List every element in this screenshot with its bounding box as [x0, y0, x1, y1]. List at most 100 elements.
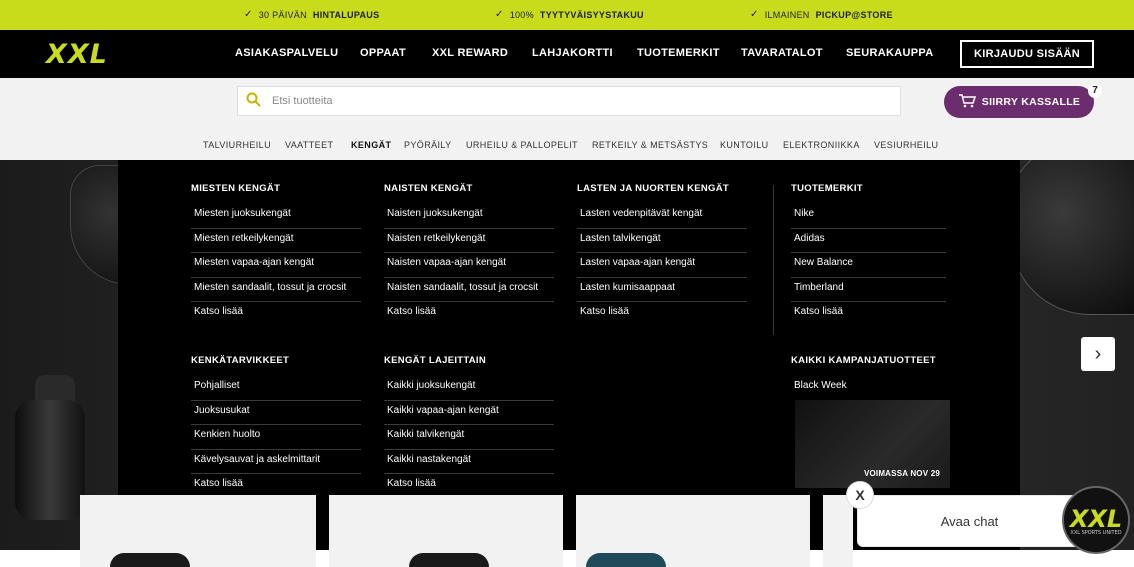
- menu-link[interactable]: Miesten vapaa-ajan kengät: [191, 253, 361, 278]
- cart-icon: [958, 93, 976, 111]
- menu-link[interactable]: Pohjalliset: [191, 376, 361, 401]
- category-kengat[interactable]: KENGÄT: [351, 140, 391, 150]
- menu-column-kengat-lajeittain: KENGÄT LAJEITTAIN Kaikki juoksukengät Ka…: [384, 355, 554, 499]
- menu-link-see-more[interactable]: Katso lisää: [191, 302, 361, 327]
- menu-link[interactable]: Naisten sandaalit, tossut ja crocsit: [384, 278, 554, 302]
- menu-column-kenkatarvikkeet: KENKÄTARVIKKEET Pohjalliset Juoksusukat …: [191, 355, 361, 499]
- check-icon: ✓: [244, 9, 253, 20]
- menu-column-kampanjatuotteet: KAIKKI KAMPANJATUOTTEET Black Week: [791, 355, 961, 401]
- shoe-image: [110, 553, 190, 567]
- menu-link[interactable]: Kaikki juoksukengät: [384, 376, 554, 401]
- chat-label: Avaa chat: [940, 513, 999, 529]
- product-card[interactable]: [823, 495, 853, 567]
- menu-link[interactable]: Kävelysauvat ja askelmittarit: [191, 450, 361, 474]
- promo-prefix: ILMAINEN: [764, 9, 810, 20]
- category-nav: TALVIURHEILU VAATTEET KENGÄT PYÖRÄILY UR…: [0, 137, 1134, 157]
- chat-logo-subtext: XXL SPORTS UNITED: [1070, 529, 1122, 536]
- menu-link-see-more[interactable]: Katso lisää: [384, 302, 554, 327]
- menu-link[interactable]: Lasten vedenpitävät kengät: [577, 204, 747, 229]
- cart-count-badge: 7: [1088, 84, 1102, 98]
- menu-link[interactable]: Black Week: [791, 376, 961, 401]
- shoe-image: [586, 553, 666, 567]
- search-header: SIIRRY KASSALLE TALVIURHEILU VAATTEET KE…: [0, 78, 1134, 160]
- search-box[interactable]: [237, 86, 901, 116]
- menu-column-title: MIESTEN KENGÄT: [191, 183, 281, 194]
- nav-tuotemerkit[interactable]: TUOTEMERKIT: [637, 47, 720, 59]
- chat-logo-button[interactable]: XXL XXL SPORTS UNITED: [1062, 486, 1130, 554]
- menu-link[interactable]: Kaikki talvikengät: [384, 425, 554, 450]
- nav-seurakauppa[interactable]: SEURAKAUPPA: [846, 47, 933, 59]
- category-vaatteet[interactable]: VAATTEET: [285, 140, 333, 150]
- mega-menu: MIESTEN KENGÄT Miesten juoksukengät Mies…: [118, 160, 1020, 550]
- menu-link[interactable]: New Balance: [791, 253, 946, 278]
- login-button[interactable]: KIRJAUDU SISÄÄN: [960, 40, 1094, 68]
- xxl-logo[interactable]: XXL: [46, 39, 108, 70]
- promo-bar: ✓ 30 PÄIVÄN HINTALUPAUS ✓ 100% TYYTYVÄIS…: [0, 0, 1134, 30]
- menu-column-title: LASTEN JA NUORTEN KENGÄT: [577, 183, 729, 194]
- bottle-image: [15, 400, 85, 520]
- product-card[interactable]: [329, 495, 563, 567]
- menu-link[interactable]: Miesten sandaalit, tossut ja crocsit: [191, 278, 361, 302]
- menu-link[interactable]: Naisten juoksukengät: [384, 204, 554, 229]
- promo-bold: HINTALUPAUS: [312, 9, 380, 20]
- menu-link[interactable]: Naisten vapaa-ajan kengät: [384, 253, 554, 278]
- menu-column-tuotemerkit: TUOTEMERKIT Nike Adidas New Balance Timb…: [791, 183, 961, 327]
- promo-item: ✓ 30 PÄIVÄN HINTALUPAUS: [244, 9, 379, 20]
- checkout-label: SIIRRY KASSALLE: [981, 96, 1081, 108]
- nav-asiakaspalvelu[interactable]: ASIAKASPALVELU: [235, 47, 338, 59]
- search-icon: [246, 92, 266, 111]
- nav-tavaratalot[interactable]: TAVARATALOT: [741, 47, 823, 59]
- menu-link[interactable]: Lasten kumisaappaat: [577, 278, 747, 302]
- menu-column-title: KENKÄTARVIKKEET: [191, 355, 290, 366]
- menu-link[interactable]: Naisten retkeilykengät: [384, 229, 554, 253]
- promo-prefix: 30 PÄIVÄN: [258, 9, 307, 20]
- promo-item: ✓ ILMAINEN PICKUP@STORE: [750, 9, 893, 20]
- menu-link[interactable]: Miesten juoksukengät: [191, 204, 361, 229]
- menu-link-see-more[interactable]: Katso lisää: [577, 302, 747, 327]
- menu-column-title: KENGÄT LAJEITTAIN: [384, 355, 487, 366]
- menu-column-title: KAIKKI KAMPANJATUOTTEET: [791, 355, 936, 366]
- category-retkeily-metsastys[interactable]: RETKEILY & METSÄSTYS: [592, 140, 708, 150]
- promo-bold: PICKUP@STORE: [815, 9, 893, 20]
- chat-widget[interactable]: Avaa chat: [857, 495, 1082, 547]
- nav-oppaat[interactable]: OPPAAT: [360, 47, 406, 59]
- promo-item: ✓ 100% TYYTYVÄISYYSTAKUU: [495, 9, 644, 20]
- menu-link[interactable]: Timberland: [791, 278, 946, 302]
- category-vesiurheilu[interactable]: VESIURHEILU: [874, 140, 938, 150]
- menu-link[interactable]: Adidas: [791, 229, 946, 253]
- menu-link[interactable]: Kaikki vapaa-ajan kengät: [384, 401, 554, 425]
- check-icon: ✓: [495, 9, 504, 20]
- product-card[interactable]: [576, 495, 810, 567]
- menu-column-title: TUOTEMERKIT: [791, 183, 863, 194]
- nav-lahjakortti[interactable]: LAHJAKORTTI: [532, 47, 613, 59]
- menu-column-title: NAISTEN KENGÄT: [384, 183, 473, 194]
- menu-link-see-more[interactable]: Katso lisää: [791, 302, 961, 327]
- checkout-button[interactable]: SIIRRY KASSALLE: [944, 86, 1094, 118]
- promo-prefix: 100%: [509, 9, 534, 20]
- nav-xxl-reward[interactable]: XXL REWARD: [432, 47, 508, 59]
- search-input[interactable]: [272, 95, 872, 107]
- menu-column-naisten-kengat: NAISTEN KENGÄT Naisten juoksukengät Nais…: [384, 183, 554, 327]
- menu-link[interactable]: Lasten talvikengät: [577, 229, 747, 253]
- category-kuntoilu[interactable]: KUNTOILU: [720, 140, 769, 150]
- menu-link[interactable]: Lasten vapaa-ajan kengät: [577, 253, 747, 278]
- black-week-promo-image[interactable]: VOIMASSA NOV 29: [795, 400, 950, 488]
- menu-divider: [773, 185, 774, 335]
- check-icon: ✓: [750, 9, 759, 20]
- menu-column-miesten-kengat: MIESTEN KENGÄT Miesten juoksukengät Mies…: [191, 183, 361, 327]
- menu-link[interactable]: Nike: [791, 204, 946, 229]
- category-pyoraily[interactable]: PYÖRÄILY: [404, 140, 452, 150]
- menu-link[interactable]: Kaikki nastakengät: [384, 450, 554, 474]
- chat-close-button[interactable]: X: [846, 481, 874, 509]
- menu-link[interactable]: Miesten retkeilykengät: [191, 229, 361, 253]
- helmet-image: [1010, 160, 1134, 315]
- chevron-right-icon: ›: [1094, 342, 1102, 365]
- category-elektroniikka[interactable]: ELEKTRONIIKKA: [783, 140, 860, 150]
- category-urheilu-pallopelit[interactable]: URHEILU & PALLOPELIT: [466, 140, 578, 150]
- menu-link[interactable]: Juoksusukat: [191, 401, 361, 425]
- category-talviurheilu[interactable]: TALVIURHEILU: [203, 140, 271, 150]
- promo-validity-label: VOIMASSA NOV 29: [863, 469, 940, 478]
- product-card[interactable]: [80, 495, 316, 567]
- menu-link[interactable]: Kenkien huolto: [191, 425, 361, 450]
- carousel-next-button[interactable]: ›: [1081, 337, 1115, 371]
